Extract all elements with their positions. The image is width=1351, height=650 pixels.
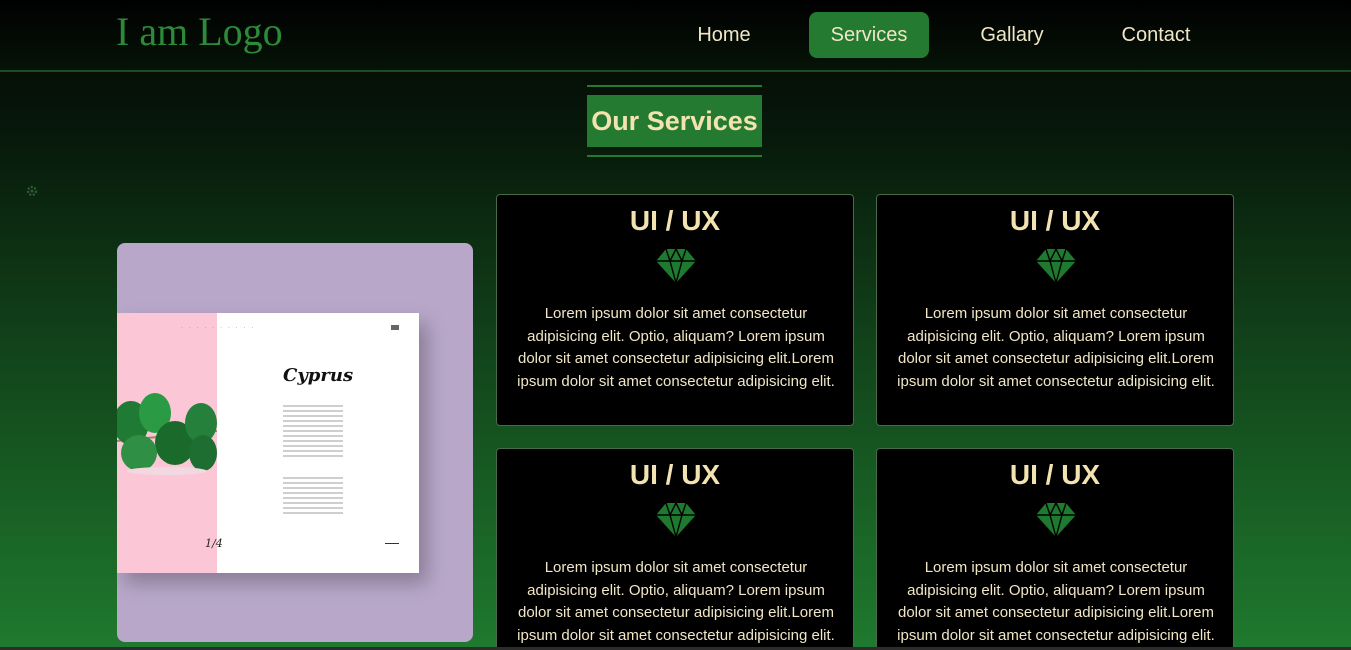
mockup-paragraph-2 (283, 477, 343, 517)
mockup-mark (391, 325, 399, 330)
title-bottom-line (587, 155, 762, 157)
mockup-heading: Cyprus (283, 365, 354, 386)
mockup-page-number: 1/4 (205, 537, 223, 550)
service-description: Lorem ipsum dolor sit amet consectetur a… (517, 559, 835, 644)
nav-item-home[interactable]: Home (682, 12, 766, 58)
title-top-line (587, 85, 762, 87)
diamond-icon (1036, 247, 1076, 283)
service-title: UI / UX (629, 205, 721, 236)
service-card: UI / UX Lorem ipsum dolor sit amet conse… (876, 448, 1234, 650)
mockup-page: · · · · · · · · · · Cyprus 1/4 (117, 313, 419, 573)
nav-item-gallary[interactable]: Gallary (968, 12, 1056, 58)
service-title: UI / UX (629, 459, 721, 490)
arrow-right-icon (385, 543, 399, 544)
diamond-icon (656, 247, 696, 283)
service-card: UI / UX Lorem ipsum dolor sit amet conse… (496, 194, 854, 426)
section-title: Our Services (587, 95, 762, 147)
diamond-icon (1036, 501, 1076, 537)
service-description: Lorem ipsum dolor sit amet consectetur a… (897, 305, 1215, 390)
service-title: UI / UX (1009, 205, 1101, 236)
settings-icon[interactable] (25, 184, 39, 198)
service-description: Lorem ipsum dolor sit amet consectetur a… (897, 559, 1215, 644)
site-header: I am Logo Home Services Gallary Contact (0, 0, 1351, 72)
portfolio-image: · · · · · · · · · · Cyprus 1/4 (117, 243, 473, 642)
mockup-kicker: · · · · · · · · · · (181, 325, 256, 332)
nav-item-services[interactable]: Services (809, 12, 929, 58)
service-title: UI / UX (1009, 459, 1101, 490)
nav-item-contact[interactable]: Contact (1108, 12, 1204, 58)
site-logo[interactable]: I am Logo (116, 8, 283, 55)
service-card: UI / UX Lorem ipsum dolor sit amet conse… (876, 194, 1234, 426)
leaf-icon (117, 393, 217, 475)
mockup-paragraph-1 (283, 405, 343, 460)
service-description: Lorem ipsum dolor sit amet consectetur a… (517, 305, 835, 390)
diamond-icon (656, 501, 696, 537)
service-card: UI / UX Lorem ipsum dolor sit amet conse… (496, 448, 854, 650)
